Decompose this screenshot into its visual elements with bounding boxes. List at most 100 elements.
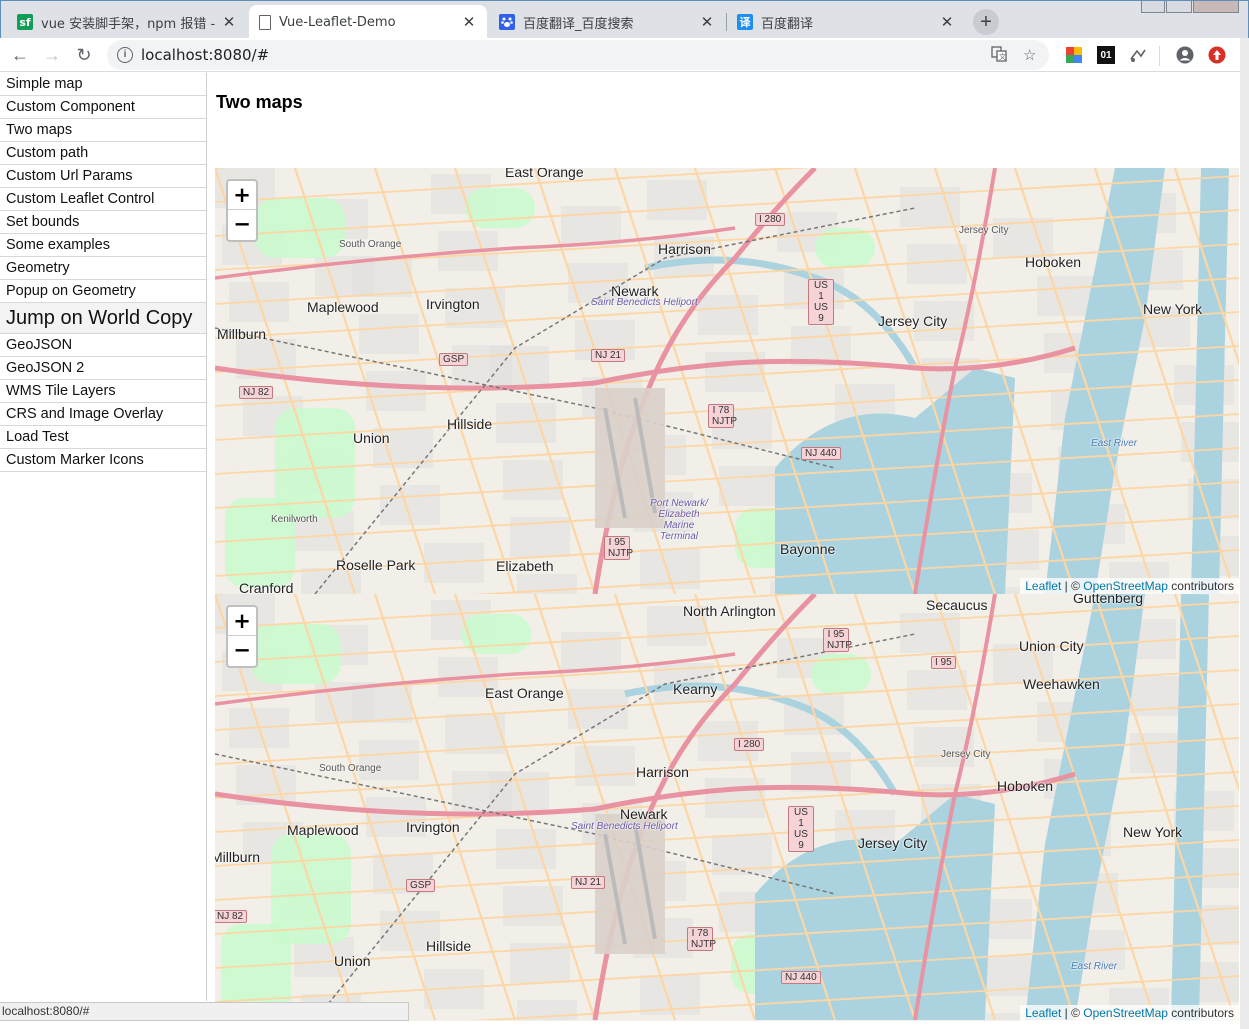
sidebar-item-geojson[interactable]: GeoJSON bbox=[0, 334, 206, 357]
attribution-suffix: contributors bbox=[1167, 579, 1234, 593]
arrow-left-icon: ← bbox=[11, 44, 29, 65]
zoom-in-button[interactable]: + bbox=[228, 181, 256, 210]
page: Simple map Custom Component Two maps Custom… bbox=[0, 73, 1240, 1029]
info-icon[interactable]: i bbox=[117, 47, 133, 63]
map-place-label: East River bbox=[1071, 961, 1118, 972]
network-extension-icon[interactable] bbox=[1129, 46, 1147, 64]
tab-baidu-translate[interactable]: 译 百度翻译 ✕ bbox=[727, 5, 965, 39]
map-place-label: Cranford bbox=[239, 580, 294, 594]
extension-label: 01 bbox=[1100, 49, 1112, 61]
map-place-label: Secaucus bbox=[926, 597, 988, 613]
tab-vue-leaflet-demo[interactable]: Vue-Leaflet-Demo ✕ bbox=[249, 5, 487, 39]
tab-title: 百度翻译 bbox=[761, 16, 814, 32]
sidebar-item-custom-leaflet-control[interactable]: Custom Leaflet Control bbox=[0, 188, 206, 211]
map-place-label: Union bbox=[334, 953, 371, 969]
map-attribution: Leaflet | © OpenStreetMap contributors bbox=[1020, 578, 1239, 594]
route-shield: GSP bbox=[439, 353, 469, 366]
new-tab-button[interactable]: + bbox=[973, 9, 999, 35]
sidebar-item-jump-on-world-copy[interactable]: Jump on World Copy bbox=[0, 303, 206, 334]
zoom-out-button[interactable]: − bbox=[228, 210, 256, 239]
sidebar-item-wms-tile-layers[interactable]: WMS Tile Layers bbox=[0, 380, 206, 403]
translate-icon[interactable]: 文 bbox=[991, 46, 1007, 66]
map-place-label: Kearny bbox=[673, 681, 718, 697]
sidebar-item-custom-url-params[interactable]: Custom Url Params bbox=[0, 165, 206, 188]
close-icon[interactable]: ✕ bbox=[461, 13, 477, 31]
leaflet-map-top[interactable]: East Orange Harrison Newark Hoboken New York… bbox=[215, 168, 1239, 594]
sidebar-item-geojson-2[interactable]: GeoJSON 2 bbox=[0, 357, 206, 380]
browser-toolbar: ← → ↻ i localhost:8080/# 文 ☆ 01 bbox=[0, 38, 1249, 72]
status-bar: localhost:8080/# bbox=[0, 1002, 409, 1021]
route-shield: NJ 82 bbox=[215, 910, 248, 923]
baidu-paw-icon bbox=[499, 14, 515, 30]
leaflet-link[interactable]: Leaflet bbox=[1025, 579, 1061, 593]
map-place-label: Jersey City bbox=[858, 835, 928, 851]
close-icon[interactable]: ✕ bbox=[221, 13, 237, 31]
route-shield: I 78 NJTP bbox=[708, 404, 737, 428]
route-shield: US 1 US 9 bbox=[788, 806, 814, 852]
map-place-label: Roselle Park bbox=[336, 557, 416, 573]
back-button[interactable]: ← bbox=[7, 42, 33, 68]
map-place-label: Hoboken bbox=[1025, 254, 1082, 270]
route-shield: NJ 21 bbox=[591, 349, 626, 362]
route-shield: I 280 bbox=[734, 738, 765, 751]
openstreetmap-link[interactable]: OpenStreetMap bbox=[1083, 579, 1168, 593]
reload-button[interactable]: ↻ bbox=[71, 42, 97, 68]
map-place-label: Saint Benedicts Heliport bbox=[571, 821, 678, 832]
tab-title: vue 安装脚手架，npm 报错 - 青 bbox=[41, 16, 215, 32]
attribution-separator: | © bbox=[1061, 1006, 1084, 1020]
leaflet-map-bottom[interactable]: North Arlington Secaucus Guttenberg Union C… bbox=[215, 594, 1239, 1021]
sidebar-item-popup-on-geometry[interactable]: Popup on Geometry bbox=[0, 280, 206, 303]
map-place-label: Saint Benedicts Heliport bbox=[591, 297, 698, 308]
sidebar-item-set-bounds[interactable]: Set bounds bbox=[0, 211, 206, 234]
sidebar-item-custom-path[interactable]: Custom path bbox=[0, 142, 206, 165]
address-bar[interactable]: i localhost:8080/# 文 ☆ bbox=[107, 40, 1049, 70]
map-place-label: South Orange bbox=[339, 239, 402, 250]
leaflet-link[interactable]: Leaflet bbox=[1025, 1006, 1061, 1020]
forward-button[interactable]: → bbox=[39, 42, 65, 68]
tab-baidu-search[interactable]: 百度翻译_百度搜索 ✕ bbox=[489, 5, 725, 39]
sidebar-item-custom-component[interactable]: Custom Component bbox=[0, 96, 206, 119]
sidebar-item-custom-marker-icons[interactable]: Custom Marker Icons bbox=[0, 449, 206, 472]
star-icon[interactable]: ☆ bbox=[1023, 46, 1036, 64]
binary-extension-icon[interactable]: 01 bbox=[1097, 46, 1115, 64]
map-place-label: Jersey City bbox=[941, 749, 991, 760]
sidebar-nav: Simple map Custom Component Two maps Custom… bbox=[0, 73, 207, 1001]
tab-strip: sf vue 安装脚手架，npm 报错 - 青 ✕ Vue-Leaflet-De… bbox=[0, 0, 1249, 39]
route-shield: NJ 440 bbox=[781, 971, 821, 984]
map-place-label: Irvington bbox=[406, 819, 460, 835]
map-place-label: Bayonne bbox=[780, 541, 836, 557]
scrollbar[interactable] bbox=[1240, 38, 1249, 1029]
map-place-label: Union City bbox=[1019, 638, 1084, 654]
tab-title: Vue-Leaflet-Demo bbox=[279, 14, 396, 30]
sidebar-item-simple-map[interactable]: Simple map bbox=[0, 73, 206, 96]
close-icon[interactable]: ✕ bbox=[939, 13, 955, 31]
window-close-button[interactable] bbox=[1193, 1, 1239, 13]
url-text: localhost:8080/# bbox=[141, 46, 270, 64]
route-shield: I 280 bbox=[755, 213, 786, 226]
attribution-separator: | © bbox=[1061, 579, 1084, 593]
minimize-button[interactable] bbox=[1141, 1, 1165, 13]
map-place-label: East Orange bbox=[485, 685, 564, 701]
route-shield: I 95 NJTP bbox=[823, 628, 852, 652]
tab-vue-npm[interactable]: sf vue 安装脚手架，npm 报错 - 青 ✕ bbox=[7, 5, 247, 39]
sidebar-item-some-examples[interactable]: Some examples bbox=[0, 234, 206, 257]
tab-title: 百度翻译_百度搜索 bbox=[523, 16, 634, 32]
update-icon[interactable] bbox=[1208, 46, 1226, 64]
chrome-extension-icon[interactable] bbox=[1065, 46, 1083, 64]
translate-favicon-icon: 译 bbox=[737, 14, 753, 30]
route-shield: I 78 NJTP bbox=[687, 927, 716, 951]
maximize-button[interactable] bbox=[1166, 1, 1192, 13]
reload-icon: ↻ bbox=[76, 44, 92, 65]
zoom-in-button[interactable]: + bbox=[228, 607, 256, 636]
close-icon[interactable]: ✕ bbox=[699, 13, 715, 31]
profile-avatar-icon[interactable] bbox=[1176, 46, 1194, 64]
sidebar-item-geometry[interactable]: Geometry bbox=[0, 257, 206, 280]
openstreetmap-link[interactable]: OpenStreetMap bbox=[1083, 1006, 1168, 1020]
map-attribution: Leaflet | © OpenStreetMap contributors bbox=[1020, 1005, 1239, 1021]
route-shield: GSP bbox=[406, 879, 436, 892]
route-shield: I 95 bbox=[931, 656, 956, 669]
zoom-out-button[interactable]: − bbox=[228, 636, 256, 665]
sidebar-item-load-test[interactable]: Load Test bbox=[0, 426, 206, 449]
sidebar-item-crs-and-image-overlay[interactable]: CRS and Image Overlay bbox=[0, 403, 206, 426]
sidebar-item-two-maps[interactable]: Two maps bbox=[0, 119, 206, 142]
